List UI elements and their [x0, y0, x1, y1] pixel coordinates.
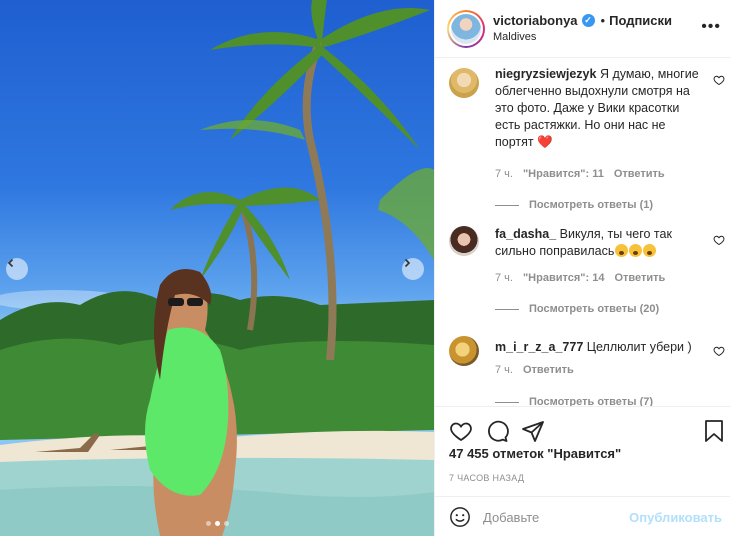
post-photo[interactable] — [0, 0, 434, 536]
separator: • — [600, 13, 606, 28]
post-sidebar: victoriabonya ✓ • Подписки Maldives ••• … — [434, 0, 730, 536]
like-comment-heart-icon[interactable] — [713, 234, 725, 246]
like-comment-heart-icon[interactable] — [713, 74, 725, 86]
comment-time: 7 ч. — [495, 168, 513, 180]
comment-text: niegryzsiewjezyk Я думаю, многие облегче… — [495, 67, 699, 149]
chevron-left-icon — [7, 258, 14, 268]
add-comment-bar: Опубликовать — [435, 496, 730, 536]
author-username[interactable]: victoriabonya — [493, 13, 578, 28]
reply-button[interactable]: Ответить — [614, 272, 665, 284]
following-button[interactable]: Подписки — [609, 13, 672, 28]
likes-count[interactable]: 47 455 отметок "Нравится" — [449, 446, 621, 461]
comment-meta: 7 ч. "Нравится": 11 Ответить — [495, 168, 665, 180]
comments-list[interactable]: niegryzsiewjezyk Я думаю, многие облегче… — [435, 58, 730, 406]
comment-meta: 7 ч. Ответить — [495, 364, 574, 376]
commenter-username[interactable]: niegryzsiewjezyk — [495, 67, 596, 81]
view-replies-button[interactable]: Посмотреть ответы (1) — [495, 199, 653, 211]
bookmark-icon[interactable] — [702, 419, 726, 443]
carousel-dot-active — [214, 521, 220, 526]
commenter-avatar[interactable] — [449, 68, 479, 98]
beach-scene-illustration — [0, 0, 434, 536]
reply-button[interactable]: Ответить — [614, 168, 665, 180]
verified-icon: ✓ — [581, 14, 595, 27]
comment-time: 7 ч. — [495, 272, 513, 284]
post-header: victoriabonya ✓ • Подписки Maldives ••• — [435, 0, 730, 58]
carousel-prev-button[interactable] — [6, 258, 28, 280]
carousel-indicator — [0, 521, 434, 526]
post-timestamp[interactable]: 7 ЧАСОВ НАЗАД — [449, 473, 524, 483]
post-location[interactable]: Maldives — [493, 31, 536, 43]
more-icon[interactable]: ••• — [701, 18, 721, 36]
reply-button[interactable]: Ответить — [523, 364, 574, 376]
carousel-next-button[interactable] — [402, 258, 424, 280]
surprised-emoji — [643, 244, 657, 257]
comment-text: m_i_r_z_a_777 Целлюлит убери ) — [495, 340, 692, 354]
surprised-emoji — [615, 244, 629, 257]
comment-time: 7 ч. — [495, 364, 513, 376]
smile-icon[interactable] — [449, 506, 471, 528]
commenter-avatar[interactable] — [449, 336, 479, 366]
like-comment-heart-icon[interactable] — [713, 345, 725, 357]
author-avatar[interactable] — [447, 10, 485, 48]
comment-meta: 7 ч. "Нравится": 14 Ответить — [495, 272, 665, 284]
heart-emoji: ❤️ — [537, 135, 553, 149]
commenter-username[interactable]: fa_dasha_ — [495, 227, 556, 241]
carousel-dot — [223, 521, 229, 526]
surprised-emoji — [629, 244, 643, 257]
heart-icon[interactable] — [449, 419, 473, 443]
view-replies-button[interactable]: Посмотреть ответы (20) — [495, 303, 659, 315]
share-icon[interactable] — [521, 419, 545, 443]
publish-button[interactable]: Опубликовать — [629, 510, 722, 525]
comment-likes[interactable]: "Нравится": 14 — [523, 272, 604, 284]
view-replies-button[interactable]: Посмотреть ответы (7) — [495, 396, 653, 406]
commenter-avatar[interactable] — [449, 226, 479, 256]
comment-icon[interactable] — [485, 419, 509, 443]
comment-likes[interactable]: "Нравится": 11 — [523, 168, 604, 180]
comment-text: fa_dasha_ Викуля, ты чего так сильно поп… — [495, 227, 672, 258]
commenter-username[interactable]: m_i_r_z_a_777 — [495, 340, 583, 354]
comment-input[interactable] — [483, 506, 633, 528]
chevron-right-icon — [404, 258, 411, 268]
carousel-dot — [205, 521, 211, 526]
